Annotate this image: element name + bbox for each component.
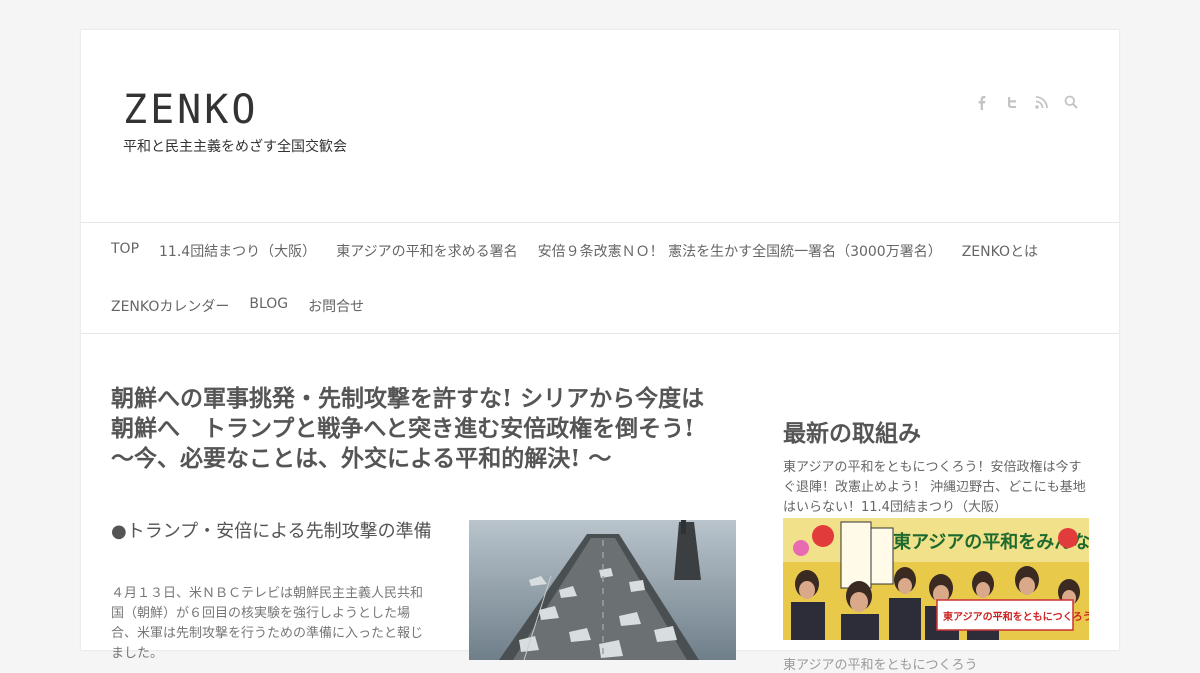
post-title-line: 朝鮮へ トランプと戦争へと突き進む安倍政権を倒そう! xyxy=(111,415,695,442)
main-navigation: TOP 11.4団結まつり（大阪） 東アジアの平和を求める署名 安倍９条改憲ＮＯ… xyxy=(81,222,1119,334)
nav-item-festival[interactable]: 11.4団結まつり（大阪） xyxy=(159,241,316,261)
facebook-icon[interactable] xyxy=(973,94,989,110)
nav-item-blog[interactable]: BLOG xyxy=(249,296,288,316)
rss-icon[interactable] xyxy=(1033,94,1049,110)
sidebar-next-item[interactable]: 東アジアの平和をともにつくろう xyxy=(783,654,977,673)
post-title-line: ～今、必要なことは、外交による平和的解決! ～ xyxy=(111,445,612,472)
rally-photo[interactable]: 東アジアの平和をみんなでつく xyxy=(783,518,1089,640)
nav-row-1: TOP 11.4団結まつり（大阪） 東アジアの平和を求める署名 安倍９条改憲ＮＯ… xyxy=(111,241,1058,261)
aircraft-carrier-photo xyxy=(469,520,736,660)
site-tagline: 平和と民主主義をめざす全国交歓会 xyxy=(123,139,347,155)
post-title[interactable]: 朝鮮への軍事挑発・先制攻撃を許すな! シリアから今度は 朝鮮へ トランプと戦争へ… xyxy=(111,384,741,474)
nav-item-top[interactable]: TOP xyxy=(111,241,139,261)
post-title-line: 朝鮮への軍事挑発・先制攻撃を許すな! シリアから今度は xyxy=(111,385,705,412)
site-title[interactable]: ZENKO xyxy=(123,90,258,130)
nav-item-about[interactable]: ZENKOとは xyxy=(962,241,1038,261)
nav-item-article9-petition[interactable]: 安倍９条改憲ＮＯ！ 憲法を生かす全国統一署名（3000万署名） xyxy=(538,241,942,261)
nav-item-east-asia-petition[interactable]: 東アジアの平和を求める署名 xyxy=(336,241,517,261)
sidebar-item-link[interactable]: 東アジアの平和をともにつくろう！安倍政権は今すぐ退陣！改憲止めよう！ 沖縄辺野古… xyxy=(783,458,1093,518)
nav-item-contact[interactable]: お問合せ xyxy=(308,296,364,316)
sidebar-widget-title: 最新の取組み xyxy=(783,420,921,447)
post-subheading: ●トランプ・安倍による先制攻撃の準備 xyxy=(111,521,432,542)
post-excerpt: ４月１３日、米ＮＢＣテレビは朝鮮民主主義人民共和国（朝鮮）が６回目の核実験を強行… xyxy=(111,586,424,661)
social-links xyxy=(973,94,1079,110)
nav-item-calendar[interactable]: ZENKOカレンダー xyxy=(111,296,229,316)
page-container: ZENKO 平和と民主主義をめざす全国交歓会 TOP 11.4団結まつり（大阪）… xyxy=(81,30,1119,673)
search-icon[interactable] xyxy=(1063,94,1079,110)
nav-row-2: ZENKOカレンダー BLOG お問合せ xyxy=(111,296,384,316)
twitter-icon[interactable] xyxy=(1003,94,1019,110)
rally-sign-text: 東アジアの平和をともにつくろう! xyxy=(943,610,1089,623)
